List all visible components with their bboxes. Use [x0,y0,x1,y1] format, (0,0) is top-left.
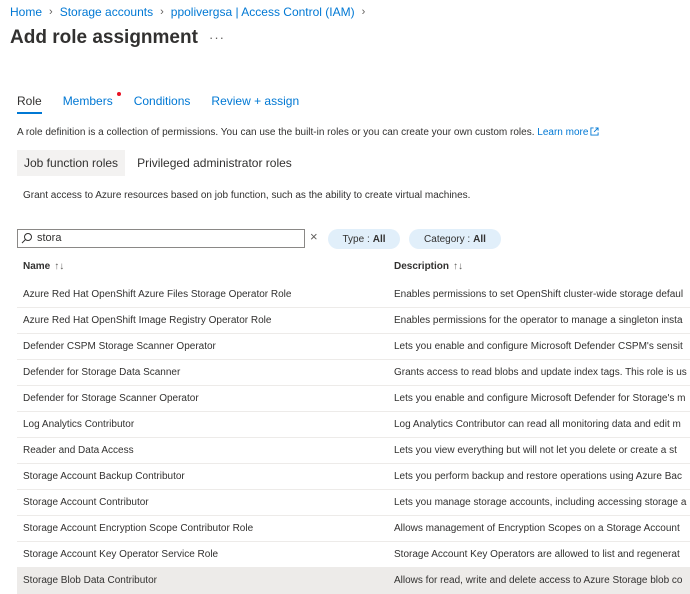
table-row[interactable]: Reader and Data Access Lets you view ever… [17,438,690,464]
column-header-name-label: Name [23,261,51,272]
role-type-pivot: Job function roles Privileged administra… [17,150,304,176]
tab-review-assign[interactable]: Review + assign [211,94,299,114]
role-name: Azure Red Hat OpenShift Image Registry O… [23,315,272,326]
sort-icon: ↑↓ [54,261,65,272]
role-name: Storage Account Contributor [23,497,149,508]
pivot-job-function-roles[interactable]: Job function roles [17,150,126,176]
column-header-description[interactable]: Description ↑↓ [394,261,463,272]
wizard-tabs: Role Members Conditions Review + assign [17,92,320,114]
table-row[interactable]: Log Analytics Contributor Log Analytics C… [17,412,690,438]
role-name: Defender for Storage Data Scanner [23,367,181,378]
table-row[interactable]: Defender for Storage Data Scanner Grants … [17,360,690,386]
role-description-cell: Lets you view everything but will not le… [394,445,677,456]
tab-members-label: Members [62,94,113,108]
table-header: Name ↑↓ Description ↑↓ [17,256,690,278]
category-filter-value: All [473,233,486,245]
learn-more-link[interactable]: Learn more [537,127,599,138]
clear-search-button[interactable]: × [310,229,318,244]
role-description-cell: Allows for read, write and delete access… [394,575,683,586]
chevron-right-icon: › [160,6,164,18]
role-description-cell: Lets you perform backup and restore oper… [394,471,682,482]
role-description-cell: Grants access to read blobs and update i… [394,367,687,378]
role-name: Storage Account Encryption Scope Contrib… [23,523,254,534]
table-row[interactable]: Storage Account Backup Contributor Lets y… [17,464,690,490]
external-link-icon [590,127,599,136]
breadcrumb-storage-accounts-link[interactable]: Storage accounts [60,5,153,19]
role-name: Storage Blob Data Contributor [23,575,157,586]
type-filter-label: Type : [342,233,370,245]
tab-role-label: Role [17,94,42,108]
learn-more-label: Learn more [537,127,589,138]
role-description-cell: Log Analytics Contributor can read all m… [394,419,681,430]
role-name: Defender for Storage Scanner Operator [23,393,199,404]
table-row[interactable]: Defender for Storage Scanner Operator Let… [17,386,690,412]
role-description-cell: Lets you manage storage accounts, includ… [394,497,687,508]
page-title: Add role assignment [10,27,198,48]
breadcrumb-home-link[interactable]: Home [10,5,42,19]
search-input[interactable]: stora [17,229,305,248]
role-name: Defender CSPM Storage Scanner Operator [23,341,216,352]
type-filter-pill[interactable]: Type : All [328,229,400,249]
role-name: Azure Red Hat OpenShift Azure Files Stor… [23,289,292,300]
sort-icon: ↑↓ [453,261,464,272]
more-options-button[interactable]: ··· [209,30,225,45]
chevron-right-icon: › [361,6,366,18]
category-filter-label: Category : [424,233,471,245]
pivot-description: Grant access to Azure resources based on… [23,190,471,201]
column-header-name[interactable]: Name ↑↓ [23,261,64,272]
role-description-cell: Enables permissions for the operator to … [394,315,683,326]
role-description-text: A role definition is a collection of per… [17,127,535,138]
required-dot-icon [116,92,121,96]
table-row[interactable]: Azure Red Hat OpenShift Azure Files Stor… [17,282,690,308]
table-row[interactable]: Storage Account Key Operator Service Rol… [17,542,690,568]
breadcrumb-iam-link[interactable]: ppolivergsa | Access Control (IAM) [171,5,355,19]
column-header-description-label: Description [394,261,450,272]
table-row[interactable]: Storage Account Contributor Lets you mana… [17,490,690,516]
tab-review-assign-label: Review + assign [211,94,300,108]
role-name: Reader and Data Access [23,445,134,456]
tab-members[interactable]: Members [62,92,121,114]
role-description: A role definition is a collection of per… [17,127,599,138]
table-row[interactable]: Azure Red Hat OpenShift Image Registry O… [17,308,690,334]
role-name: Log Analytics Contributor [23,419,135,430]
role-description-cell: Lets you enable and configure Microsoft … [394,393,686,404]
table-row-selected[interactable]: Storage Blob Data Contributor Allows for … [17,568,690,594]
search-value: stora [37,232,62,244]
role-description-cell: Allows management of Encryption Scopes o… [394,523,680,534]
role-description-cell: Storage Account Key Operators are allowe… [394,549,680,560]
table-row[interactable]: Defender CSPM Storage Scanner Operator Le… [17,334,690,360]
role-description-cell: Enables permissions to set OpenShift clu… [394,289,684,300]
breadcrumb: Home › Storage accounts › ppolivergsa | … [10,5,372,19]
table-row[interactable]: Storage Account Encryption Scope Contrib… [17,516,690,542]
category-filter-pill[interactable]: Category : All [409,229,501,249]
type-filter-value: All [372,233,386,245]
tab-role[interactable]: Role [17,94,42,114]
role-name: Storage Account Backup Contributor [23,471,185,482]
tab-conditions[interactable]: Conditions [134,94,191,114]
tab-conditions-label: Conditions [133,94,191,108]
search-icon [21,233,32,244]
pivot-privileged-administrator-roles[interactable]: Privileged administrator roles [130,150,299,176]
role-description-cell: Lets you enable and configure Microsoft … [394,341,683,352]
role-name: Storage Account Key Operator Service Rol… [23,549,219,560]
chevron-right-icon: › [49,6,53,18]
roles-table: Azure Red Hat OpenShift Azure Files Stor… [17,282,690,594]
